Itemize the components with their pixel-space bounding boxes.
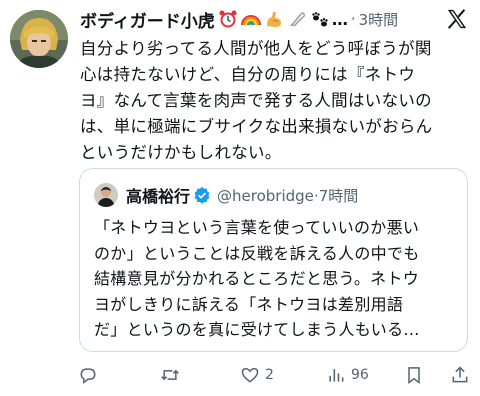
views-count: 96	[351, 367, 369, 383]
repost-button[interactable]	[160, 362, 180, 388]
author-name[interactable]: ボディガード小虎	[80, 7, 215, 32]
views-button[interactable]: 96	[326, 362, 369, 388]
share-button[interactable]	[450, 362, 470, 388]
post-text: 自分より劣ってる人間が他人をどう呼ぼうが関 心は持たないけど、自分の周りには『ネ…	[80, 36, 472, 166]
heart-icon	[241, 367, 259, 383]
post-text-line: ヨ』なんて言葉を肉声で発する人間はいないの	[80, 91, 432, 110]
reply-button[interactable]	[78, 362, 98, 388]
like-count: 2	[265, 367, 274, 383]
repost-icon	[161, 369, 179, 381]
quoted-text-line: ヨがしきりに訴える「ネトウヨは差別用語	[94, 294, 404, 314]
like-button[interactable]: 2	[240, 362, 274, 388]
post-text-line: 自分より劣ってる人間が他人をどう呼ぼうが関	[80, 39, 432, 58]
bookmark-icon	[408, 367, 420, 384]
post-text-line: は、単に極端にブサイクな出来損ないがおらん	[80, 117, 433, 136]
quoted-post-card[interactable]: 高橋裕行 @herobridge·7時間 「ネトウヨという言葉を使っていいのか悪…	[79, 168, 468, 352]
post-time[interactable]: 3時間	[359, 9, 399, 30]
name-emojis	[218, 9, 330, 29]
quoted-author-name: 高橋裕行	[126, 187, 191, 206]
alarm-clock-icon	[219, 10, 237, 28]
rainbow-icon	[240, 15, 261, 26]
quoted-text-line: のか」ということは反戦を訴える人の中でも	[94, 243, 420, 263]
action-bar: 2 96	[78, 362, 470, 388]
share-icon	[452, 366, 468, 383]
paw-prints-icon	[312, 12, 328, 27]
reply-icon	[80, 368, 96, 385]
x-logo-icon[interactable]	[446, 8, 468, 30]
post-header: ボディガード小虎 … · 3時間	[80, 4, 468, 34]
separator-dot: ·	[350, 10, 356, 28]
author-avatar[interactable]	[10, 10, 68, 68]
views-icon	[329, 369, 344, 382]
bookmark-button[interactable]	[404, 362, 424, 388]
quoted-post-text: 「ネトウヨという言葉を使っていいのか悪い のか」ということは反戦を訴える人の中で…	[94, 215, 457, 343]
quoted-author-handle: @herobridge·7時間	[217, 186, 359, 205]
quoted-text-line: 結構意見が分かれるところだと思う。ネトウ	[94, 269, 420, 288]
flexed-biceps-icon	[266, 11, 281, 27]
quoted-author-avatar	[94, 183, 118, 207]
post-text-line: 心は持たないけど、自分の周りには『ネトウ	[80, 65, 416, 84]
name-ellipsis: …	[331, 9, 348, 29]
quoted-text-line: だ」というのを真に受けてしまう人もいる…	[94, 320, 420, 339]
quoted-text-line: 「ネトウヨという言葉を使っていいのか悪い	[94, 218, 420, 237]
quoted-post-header: 高橋裕行 @herobridge·7時間	[94, 181, 457, 209]
post-text-line: というだけかもしれない。	[80, 143, 282, 162]
verified-badge-icon	[194, 186, 210, 204]
safety-pin-icon	[289, 12, 305, 27]
